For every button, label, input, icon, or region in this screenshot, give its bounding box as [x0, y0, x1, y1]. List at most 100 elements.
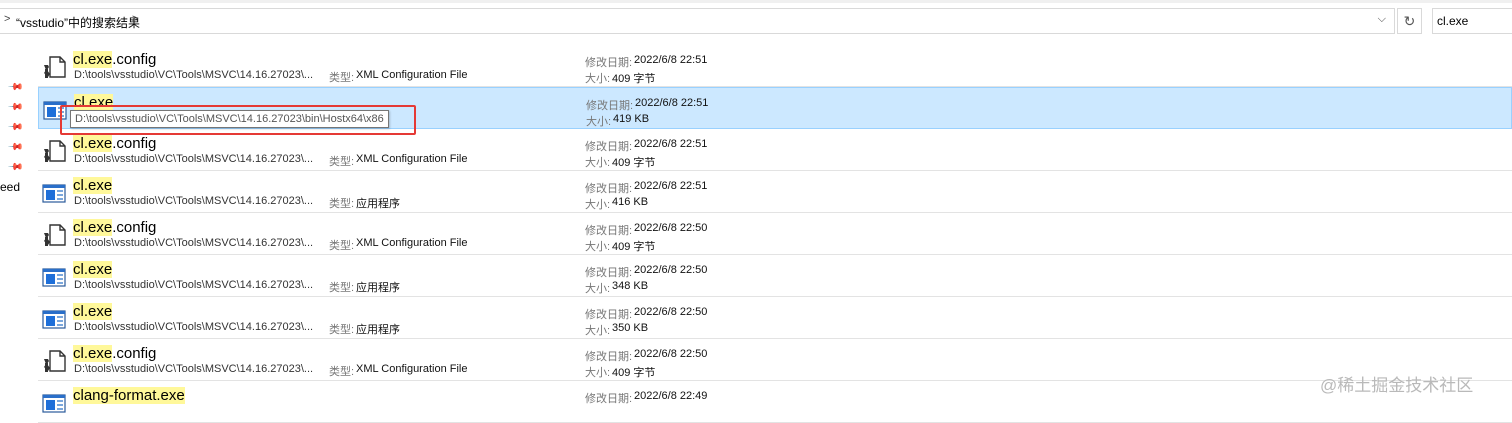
name-rest: .config: [112, 219, 157, 236]
type-label: 类型:: [329, 156, 355, 168]
nav-item-partial[interactable]: eed: [0, 180, 20, 194]
name-highlight: cl.exe: [73, 51, 113, 68]
name-highlight: cl.exe: [73, 219, 113, 236]
file-path: D:\tools\vsstudio\VC\Tools\MSVC\14.16.27…: [74, 279, 314, 291]
name-rest: .config: [112, 51, 157, 68]
search-input[interactable]: [1437, 10, 1507, 32]
file-size: 416 KB: [612, 196, 649, 208]
result-row[interactable]: cl.exe.config D:\tools\vsstudio\VC\Tools…: [38, 213, 1512, 255]
application-icon: [41, 390, 67, 416]
config-file-icon: [41, 138, 67, 164]
file-type: XML Configuration File: [356, 237, 468, 249]
file-type: 应用程序: [356, 324, 400, 336]
pin-icon: 📌: [6, 99, 24, 116]
application-icon: [41, 264, 67, 290]
refresh-icon: ↻: [1403, 13, 1416, 29]
size-label: 大小:: [585, 199, 611, 211]
file-name: cl.exe.config: [73, 51, 156, 68]
address-chevron[interactable]: >: [4, 13, 10, 25]
result-row[interactable]: cl.exe.config D:\tools\vsstudio\VC\Tools…: [38, 45, 1512, 87]
annotation-red-box: [60, 105, 416, 135]
modified-date: 2022/6/8 22:51: [634, 138, 708, 150]
name-highlight: cl.exe: [73, 303, 113, 320]
date-label: 修改日期:: [585, 141, 633, 153]
modified-date: 2022/6/8 22:50: [634, 222, 708, 234]
file-path: D:\tools\vsstudio\VC\Tools\MSVC\14.16.27…: [74, 195, 314, 207]
name-highlight: cl.exe: [73, 345, 113, 362]
pin-icon: 📌: [6, 139, 24, 156]
file-name: cl.exe: [73, 303, 113, 320]
type-label: 类型:: [329, 72, 355, 84]
size-label: 大小:: [585, 157, 611, 169]
search-results-list: cl.exe.config D:\tools\vsstudio\VC\Tools…: [38, 45, 1512, 423]
config-file-icon: [41, 222, 67, 248]
address-text[interactable]: “vsstudio”中的搜索结果: [16, 14, 140, 31]
file-type: XML Configuration File: [356, 363, 468, 375]
modified-date: 2022/6/8 22:50: [634, 264, 708, 276]
result-row[interactable]: cl.exe D:\tools\vsstudio\VC\Tools\MSVC\1…: [38, 297, 1512, 339]
modified-date: 2022/6/8 22:51: [634, 54, 708, 66]
file-size: 409 字节: [612, 241, 656, 253]
file-size: 348 KB: [612, 280, 649, 292]
config-file-icon: [41, 54, 67, 80]
result-row[interactable]: cl.exe D:\tools\vsstudio\VC\Tools\MSVC\1…: [38, 171, 1512, 213]
name-rest: .config: [112, 135, 157, 152]
file-name: cl.exe.config: [73, 135, 156, 152]
name-highlight: cl.exe: [73, 135, 113, 152]
name-highlight: clang-format.exe: [73, 387, 185, 404]
date-label: 修改日期:: [585, 309, 633, 321]
file-name: cl.exe: [73, 261, 113, 278]
result-row[interactable]: clang-format.exe 修改日期: 2022/6/8 22:49: [38, 381, 1512, 423]
result-row[interactable]: cl.exe.config D:\tools\vsstudio\VC\Tools…: [38, 339, 1512, 381]
search-box[interactable]: [1432, 8, 1512, 34]
size-label: 大小:: [586, 116, 612, 128]
type-label: 类型:: [329, 198, 355, 210]
config-file-icon: [41, 348, 67, 374]
date-label: 修改日期:: [585, 183, 633, 195]
modified-date: 2022/6/8 22:51: [634, 180, 708, 192]
file-type: XML Configuration File: [356, 153, 468, 165]
date-label: 修改日期:: [585, 393, 633, 405]
size-label: 大小:: [585, 241, 611, 253]
file-type: 应用程序: [356, 282, 400, 294]
file-name: clang-format.exe: [73, 387, 185, 404]
file-name: cl.exe: [73, 177, 113, 194]
modified-date: 2022/6/8 22:51: [635, 97, 709, 109]
file-path: D:\tools\vsstudio\VC\Tools\MSVC\14.16.27…: [74, 69, 314, 81]
address-dropdown-icon[interactable]: ⌵: [1378, 13, 1386, 26]
refresh-button[interactable]: ↻: [1397, 8, 1422, 34]
address-separator-chevron[interactable]: >: [132, 13, 138, 25]
file-path: D:\tools\vsstudio\VC\Tools\MSVC\14.16.27…: [74, 153, 314, 165]
name-highlight: cl.exe: [73, 261, 113, 278]
name-highlight: cl.exe: [73, 177, 113, 194]
file-path: D:\tools\vsstudio\VC\Tools\MSVC\14.16.27…: [74, 321, 314, 333]
file-path: D:\tools\vsstudio\VC\Tools\MSVC\14.16.27…: [74, 363, 314, 375]
file-name: cl.exe.config: [73, 219, 156, 236]
file-size: 350 KB: [612, 322, 649, 334]
pin-icon: 📌: [6, 79, 24, 96]
application-icon: [41, 180, 67, 206]
size-label: 大小:: [585, 73, 611, 85]
pin-icon: 📌: [6, 159, 24, 176]
file-size: 409 字节: [612, 157, 656, 169]
pin-icon: 📌: [6, 119, 24, 136]
date-label: 修改日期:: [585, 351, 633, 363]
modified-date: 2022/6/8 22:49: [634, 390, 708, 402]
type-label: 类型:: [329, 240, 355, 252]
result-row[interactable]: cl.exe.config D:\tools\vsstudio\VC\Tools…: [38, 129, 1512, 171]
type-label: 类型:: [329, 324, 355, 336]
date-label: 修改日期:: [586, 100, 634, 112]
type-label: 类型:: [329, 282, 355, 294]
window-top-edge: [0, 0, 1512, 3]
file-size: 409 字节: [612, 73, 656, 85]
address-bar[interactable]: > “vsstudio”中的搜索结果 > ⌵: [0, 8, 1395, 34]
file-type: XML Configuration File: [356, 69, 468, 81]
file-path: D:\tools\vsstudio\VC\Tools\MSVC\14.16.27…: [74, 237, 314, 249]
size-label: 大小:: [585, 367, 611, 379]
type-label: 类型:: [329, 366, 355, 378]
result-row[interactable]: cl.exe D:\tools\vsstudio\VC\Tools\MSVC\1…: [38, 255, 1512, 297]
file-name: cl.exe.config: [73, 345, 156, 362]
date-label: 修改日期:: [585, 225, 633, 237]
file-type: 应用程序: [356, 198, 400, 210]
size-label: 大小:: [585, 283, 611, 295]
